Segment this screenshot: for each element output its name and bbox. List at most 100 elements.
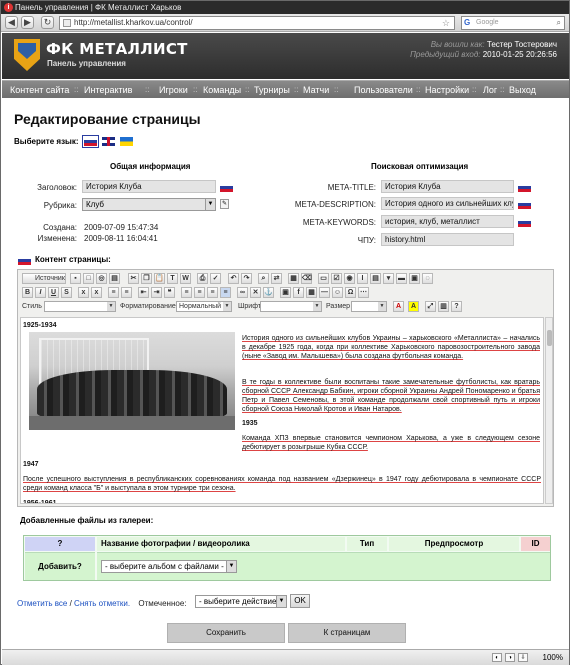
preview-icon[interactable]: ◎ (96, 273, 107, 284)
status-icon-1[interactable]: ◐ (492, 653, 502, 662)
text-color-icon[interactable]: A (393, 301, 404, 312)
new-page-icon[interactable]: □ (83, 273, 94, 284)
cut-icon[interactable]: ✂ (128, 273, 139, 284)
strike-icon[interactable]: S (61, 287, 72, 298)
copy-icon[interactable]: ❐ (141, 273, 152, 284)
align-center-icon[interactable]: ≡ (194, 287, 205, 298)
menu-item-tournaments[interactable]: Турниры (254, 81, 290, 99)
superscript-icon[interactable]: x (91, 287, 102, 298)
pagebreak-icon[interactable]: ⋯ (358, 287, 369, 298)
image-icon[interactable]: ▣ (280, 287, 291, 298)
save-icon[interactable]: ▪ (70, 273, 81, 284)
checkbox-icon[interactable]: ☑ (331, 273, 342, 284)
special-char-icon[interactable]: Ω (345, 287, 356, 298)
align-justify-icon[interactable]: ≡ (220, 287, 231, 298)
meta-title-input[interactable]: История Клуба (381, 180, 514, 193)
select-field-icon[interactable]: ▾ (383, 273, 394, 284)
align-right-icon[interactable]: ≡ (207, 287, 218, 298)
undo-icon[interactable]: ↶ (228, 273, 239, 284)
menu-item-matches[interactable]: Матчи (303, 81, 329, 99)
align-left-icon[interactable]: ≡ (181, 287, 192, 298)
edit-rubric-icon[interactable]: ✎ (220, 199, 229, 209)
unlink-icon[interactable]: ✕ (250, 287, 261, 298)
format-select[interactable]: Нормальный ▼ (176, 301, 232, 312)
to-pages-button[interactable]: К страницам (288, 623, 406, 643)
italic-icon[interactable]: I (35, 287, 46, 298)
subscript-icon[interactable]: x (78, 287, 89, 298)
menu-item-interactive[interactable]: Интерактив (84, 81, 132, 99)
smiley-icon[interactable]: ☺ (332, 287, 343, 298)
menu-item-players[interactable]: Игроки (159, 81, 188, 99)
hr-icon[interactable]: — (319, 287, 330, 298)
redo-icon[interactable]: ↷ (241, 273, 252, 284)
scrollbar-thumb[interactable] (547, 330, 552, 346)
source-button[interactable]: Источник (22, 273, 66, 284)
paste-text-icon[interactable]: T (167, 273, 178, 284)
flag-ru-icon[interactable] (82, 135, 99, 148)
paste-word-icon[interactable]: W (180, 273, 191, 284)
templates-icon[interactable]: ▤ (109, 273, 120, 284)
flag-en-icon[interactable] (102, 137, 115, 146)
underline-icon[interactable]: U (48, 287, 59, 298)
font-select[interactable]: ▼ (260, 301, 322, 312)
print-icon[interactable]: ⎙ (197, 273, 208, 284)
hidden-field-icon[interactable]: ◌ (422, 273, 433, 284)
menu-item-logout[interactable]: Выход (509, 81, 536, 99)
bullet-list-icon[interactable]: ≡ (121, 287, 132, 298)
forward-icon[interactable]: ▶ (21, 16, 34, 29)
remove-format-icon[interactable]: ⌫ (301, 273, 312, 284)
ordered-list-icon[interactable]: ≡ (108, 287, 119, 298)
editor-content-area[interactable]: 1925-1934 История одного из сильнейших к… (20, 317, 544, 504)
flag-ua-icon[interactable] (120, 137, 133, 146)
menu-item-log[interactable]: Лог (483, 81, 497, 99)
paste-icon[interactable]: 📋 (154, 273, 165, 284)
status-icon-2[interactable]: ◑ (505, 653, 515, 662)
back-icon[interactable]: ◀ (5, 16, 18, 29)
find-icon[interactable]: ⌕ (258, 273, 269, 284)
textfield-icon[interactable]: I (357, 273, 368, 284)
chpu-input[interactable]: history.html (381, 233, 514, 246)
bookmark-star-icon[interactable]: ☆ (442, 17, 450, 29)
title-input[interactable]: История Клуба (82, 180, 216, 193)
maximize-icon[interactable]: ⤢ (425, 301, 436, 312)
indent-icon[interactable]: ⇥ (151, 287, 162, 298)
anchor-icon[interactable]: ⚓ (263, 287, 274, 298)
menu-item-content[interactable]: Контент сайта (10, 81, 69, 99)
search-icon[interactable]: ⌕ (557, 17, 561, 29)
table-icon[interactable]: ▦ (306, 287, 317, 298)
blockquote-icon[interactable]: ❝ (164, 287, 175, 298)
radio-icon[interactable]: ◉ (344, 273, 355, 284)
button-field-icon[interactable]: ▬ (396, 273, 407, 284)
bg-color-icon[interactable]: A (408, 301, 419, 312)
search-box[interactable]: G Google ⌕ (461, 16, 565, 30)
address-bar[interactable]: http://metallist.kharkov.ua/control/ ☆ (59, 16, 455, 30)
action-select[interactable]: - выберите действие - ▼ (195, 595, 287, 608)
ok-button[interactable]: OK (290, 594, 310, 608)
meta-keywords-input[interactable]: история, клуб, металлист (381, 215, 514, 228)
show-blocks-icon[interactable]: ▥ (438, 301, 449, 312)
status-icon-3[interactable]: ⇩ (518, 653, 528, 662)
flash-icon[interactable]: f (293, 287, 304, 298)
link-icon[interactable]: ∞ (237, 287, 248, 298)
style-select[interactable]: ▼ (44, 301, 116, 312)
about-icon[interactable]: ? (451, 301, 462, 312)
bold-icon[interactable]: B (22, 287, 33, 298)
size-select[interactable]: ▼ (351, 301, 387, 312)
rubric-select[interactable]: Клуб ▼ (82, 198, 216, 211)
menu-item-users[interactable]: Пользователи (354, 81, 413, 99)
zoom-level[interactable]: 100% (543, 652, 563, 663)
form-icon[interactable]: ▭ (318, 273, 329, 284)
spellcheck-icon[interactable]: ✓ (210, 273, 221, 284)
editor-scrollbar[interactable] (545, 317, 553, 504)
album-select[interactable]: - выберите альбом с файлами - ▼ (101, 560, 237, 573)
replace-icon[interactable]: ⇄ (271, 273, 282, 284)
mark-all-link[interactable]: Отметить все (17, 599, 67, 608)
menu-item-teams[interactable]: Команды (203, 81, 241, 99)
reload-icon[interactable]: ↻ (41, 16, 54, 29)
outdent-icon[interactable]: ⇤ (138, 287, 149, 298)
save-button[interactable]: Сохранить (167, 623, 285, 643)
image-button-icon[interactable]: ▣ (409, 273, 420, 284)
meta-description-input[interactable]: История одного из сильнейших клуб (381, 197, 514, 210)
select-all-icon[interactable]: ▦ (288, 273, 299, 284)
textarea-icon[interactable]: ▤ (370, 273, 381, 284)
